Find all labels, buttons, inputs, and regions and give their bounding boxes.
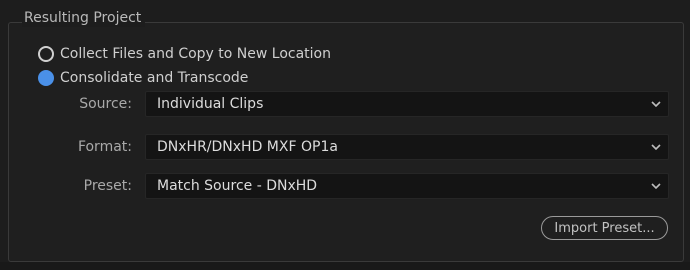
preset-label: Preset:: [83, 178, 132, 194]
format-value: DNxHR/DNxHD MXF OP1a: [157, 139, 338, 155]
radio-label-consolidate-transcode: Consolidate and Transcode: [60, 70, 249, 86]
radio-unselected-icon[interactable]: [38, 46, 54, 62]
source-dropdown[interactable]: Individual Clips: [145, 91, 669, 117]
chevron-down-icon: [644, 144, 668, 150]
source-label: Source:: [79, 96, 132, 112]
radio-label-collect-files: Collect Files and Copy to New Location: [60, 46, 331, 62]
radio-selected-icon[interactable]: [38, 70, 54, 86]
resulting-project-panel: Resulting Project Collect Files and Copy…: [0, 0, 690, 270]
section-title: Resulting Project: [22, 9, 146, 27]
radio-consolidate-transcode[interactable]: Consolidate and Transcode: [38, 68, 248, 88]
chevron-down-icon: [644, 183, 668, 189]
chevron-down-icon: [644, 101, 668, 107]
import-preset-button[interactable]: Import Preset...: [541, 216, 668, 240]
format-label: Format:: [77, 139, 132, 155]
bottom-divider: [0, 262, 690, 270]
source-value: Individual Clips: [157, 96, 264, 112]
format-dropdown[interactable]: DNxHR/DNxHD MXF OP1a: [145, 134, 669, 160]
preset-value: Match Source - DNxHD: [157, 178, 318, 194]
preset-dropdown[interactable]: Match Source - DNxHD: [145, 173, 669, 199]
radio-collect-files[interactable]: Collect Files and Copy to New Location: [38, 44, 331, 64]
